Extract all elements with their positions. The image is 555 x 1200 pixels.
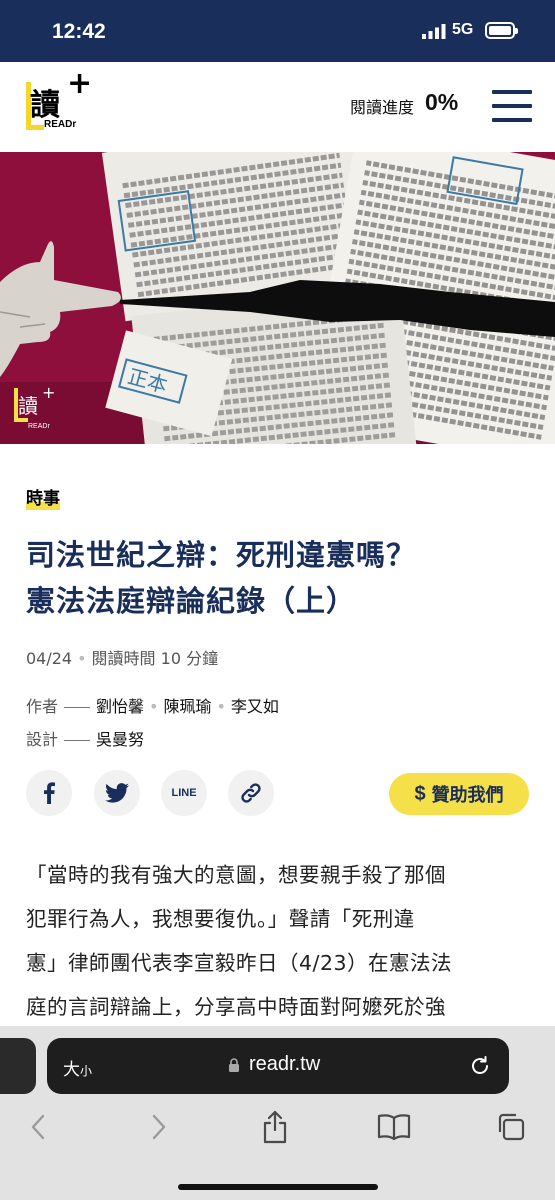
article-title: 司法世紀之辯：死刑違憲嗎？ 憲法法庭辯論紀錄（上） (26, 532, 536, 624)
previous-tab-preview[interactable] (0, 1038, 36, 1094)
svg-text:+: + (42, 383, 55, 402)
donate-button[interactable]: $ 贊助我們 (389, 773, 529, 815)
site-header: 讀 + READr 閱讀進度 0% (0, 62, 555, 152)
facebook-icon (44, 782, 55, 804)
hero-logo-text: READr (28, 423, 50, 430)
logo-text: READr (44, 119, 77, 130)
status-time: 12:42 (52, 20, 106, 43)
designer-name[interactable]: 吳曼努 (96, 730, 144, 749)
hero-logo-char: 讀 (18, 394, 38, 418)
copy-link-button[interactable] (228, 770, 274, 816)
logo-plus: + (67, 66, 93, 101)
dollar-icon: $ (414, 782, 426, 805)
article-meta: 04/24 • 閱讀時間 10 分鐘 (26, 649, 219, 668)
author-name[interactable]: 劉怡馨 (96, 697, 144, 716)
reading-progress-value: 0% (425, 89, 459, 115)
body-line: 犯罪行為人，我想要復仇。」聲請「死刑違 (26, 907, 415, 931)
author-name[interactable]: 陳珮瑜 (163, 697, 211, 716)
share-icon[interactable] (260, 1110, 290, 1144)
forward-icon[interactable] (143, 1112, 173, 1142)
hero-illustration: 正本 讀 + READr (0, 152, 555, 444)
authors-label: 作者 (26, 697, 59, 716)
author-credit: 作者 劉怡馨 • 陳珮瑜 • 李又如 (26, 697, 279, 716)
status-bar: 12:42 5G (0, 0, 555, 62)
body-line: 庭的言詞辯論上，分享高中時面對阿嬤死於強 (26, 995, 446, 1019)
bookmarks-icon[interactable] (377, 1112, 411, 1142)
signal-icon (422, 24, 446, 39)
body-line: 憲」律師團代表李宣毅昨日（4/23）在憲法法 (26, 951, 453, 975)
back-icon[interactable] (24, 1112, 54, 1142)
author-name[interactable]: 李又如 (231, 697, 279, 716)
network-label: 5G (452, 21, 474, 38)
title-line-1: 司法世紀之辯：死刑違憲嗎？ (26, 538, 417, 572)
design-credit: 設計 吳曼努 (26, 726, 144, 750)
article-body: 「當時的我有強大的意圖，想要親手殺了那個 犯罪行為人，我想要復仇。」聲請「死刑違… (26, 853, 531, 1029)
design-label: 設計 (26, 730, 59, 749)
hero-image: 正本 讀 + READr (0, 152, 555, 444)
home-indicator (178, 1184, 378, 1190)
category-tag[interactable]: 時事 (26, 484, 60, 510)
twitter-icon (105, 783, 129, 803)
twitter-share-button[interactable] (94, 770, 140, 816)
facebook-share-button[interactable] (26, 770, 72, 816)
address-bar[interactable]: 大小 readr.tw (47, 1038, 509, 1094)
tabs-icon[interactable] (496, 1112, 526, 1142)
publish-date: 04/24 (26, 649, 73, 668)
reload-icon[interactable] (468, 1054, 492, 1078)
title-line-2: 憲法法庭辯論紀錄（上） (26, 584, 357, 618)
hamburger-menu-icon[interactable] (492, 90, 532, 122)
read-time: 閱讀時間 10 分鐘 (91, 649, 219, 668)
donate-label: 贊助我們 (431, 785, 504, 806)
battery-icon (485, 22, 518, 39)
line-share-button[interactable]: LINE (161, 770, 207, 816)
text-size-button[interactable]: 大小 (63, 1055, 92, 1080)
link-icon (241, 783, 261, 803)
reading-progress-label: 閱讀進度 (350, 98, 415, 117)
lock-icon (229, 1058, 239, 1072)
body-line: 「當時的我有強大的意圖，想要親手殺了那個 (26, 863, 446, 887)
logo-character: 讀 (30, 88, 60, 123)
url-text: readr.tw (249, 1053, 321, 1075)
line-icon: LINE (171, 787, 197, 799)
readr-logo[interactable]: 讀 + READr (26, 66, 92, 136)
